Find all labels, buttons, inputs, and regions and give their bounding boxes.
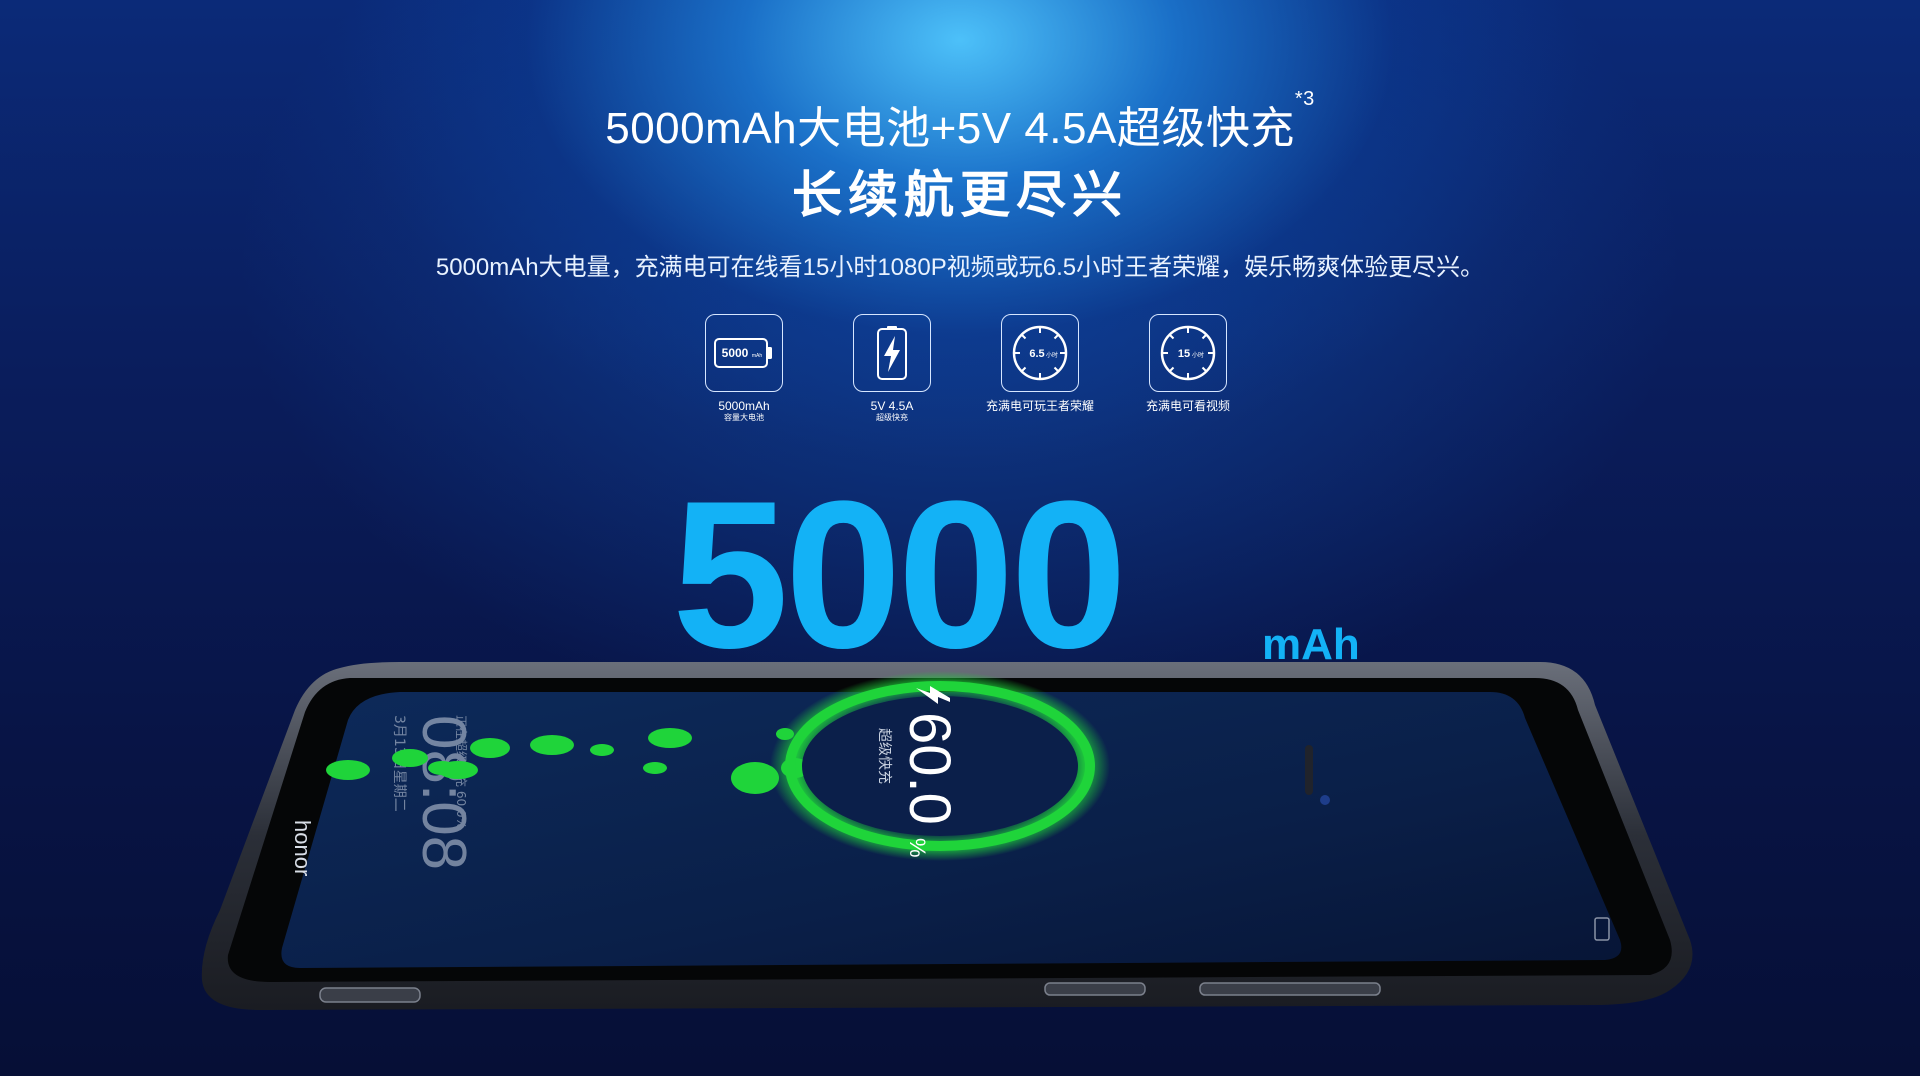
phone-illustration: honor 08:08 3月13日星期二 正在超级快充 60.0% [201,662,1693,1010]
charge-percent-sign: % [905,838,930,858]
clock-icon: 15 小时 [1149,314,1227,392]
feature-label: 充满电可看视频 [1145,399,1230,413]
front-camera [1320,795,1330,805]
clock-icon-text: 6.5 [1029,348,1044,360]
capacity-number: 5000 [672,457,1127,692]
earpiece [1305,745,1313,795]
charge-mode-label: 超级快充 [876,728,892,784]
headline: 5000mAh大电池+5V 4.5A超级快充*3 [0,88,1920,156]
feature-video-time: 15 小时 充满电可看视频 [1128,314,1248,413]
feature-sublabel: 容量大电池 [724,413,764,422]
volume-button [1044,982,1146,996]
feature-label: 5V 4.5A [870,399,914,413]
clock-icon-unit: 小时 [1046,351,1058,359]
battery-icon: 5000 mAh [705,314,783,392]
promo-banner: 5000mAh大电池+5V 4.5A超级快充*3 长续航更尽兴 5000mAh大… [0,0,1920,1076]
feature-battery: 5000 mAh 5000mAh 容量大电池 [684,314,804,423]
lightning-icon [853,314,931,392]
clock-icon-unit: 小时 [1192,351,1204,359]
clock-icon-text: 15 [1178,348,1190,360]
headline-text: 5000mAh大电池+5V 4.5A超级快充 [605,104,1295,153]
battery-icon-text: 5000 [722,346,749,360]
headline-footnote: *3 [1294,88,1315,110]
page-title: 长续航更尽兴 [792,166,1128,224]
side-button [319,987,421,1003]
feature-fast-charge: 5V 4.5A 超级快充 [832,314,952,423]
description: 5000mAh大电量，充满电可在线看15小时1080P视频或玩6.5小时王者荣耀… [435,254,1485,281]
feature-label: 充满电可玩王者荣耀 [985,399,1094,413]
battery-icon-unit: mAh [752,353,763,359]
feature-label: 5000mAh [718,399,770,413]
feature-list: 5000 mAh 5000mAh 容量大电池 5V 4.5A 超级快充 6.5 … [684,314,1236,434]
charge-percent: 60.0 [897,712,962,825]
feature-sublabel: 超级快充 [876,413,908,422]
clock-icon: 6.5 小时 [1001,314,1079,392]
power-button [1199,982,1381,996]
brand-logo: honor [290,820,315,876]
feature-game-time: 6.5 小时 充满电可玩王者荣耀 [980,314,1100,413]
